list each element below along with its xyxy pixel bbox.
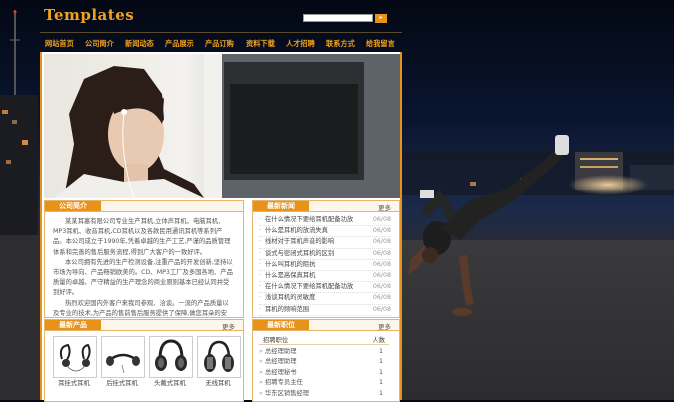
news-item-title[interactable]: 耳机的频响范围 bbox=[265, 305, 309, 315]
news-item-date: 06/08 bbox=[372, 238, 391, 246]
intro-paragraph: 某某耳塞有限公司专业生产耳机,立体声耳机、电脑耳机、MP3耳机、收音耳机,CD耳… bbox=[53, 218, 231, 256]
job-row[interactable]: 华东区销售经理 1 bbox=[259, 389, 389, 400]
news-more-link[interactable]: 更多 bbox=[378, 202, 391, 212]
job-row[interactable]: 总经理助理 1 bbox=[259, 357, 389, 368]
news-item-date: 06/08 bbox=[372, 216, 391, 223]
news-item-title[interactable]: 谈式与密闭式耳机的区别 bbox=[265, 249, 334, 259]
nav-about[interactable]: 公司简介 bbox=[85, 39, 114, 49]
job-count: 1 bbox=[378, 358, 383, 366]
product-label[interactable]: 头戴式耳机 bbox=[147, 378, 193, 387]
news-item-title[interactable]: 什么是高保真耳机 bbox=[265, 271, 315, 281]
product-label[interactable]: 无线耳机 bbox=[195, 378, 241, 387]
main-content: 公司简介 某某耳塞有限公司专业生产耳机,立体声耳机、电脑耳机、MP3耳机、收音耳… bbox=[40, 52, 402, 402]
news-item[interactable]: 什么叫耳机的阻抗 06/08 bbox=[259, 260, 391, 271]
search-input[interactable] bbox=[303, 14, 373, 22]
nav-home[interactable]: 网站首页 bbox=[45, 39, 74, 49]
news-item[interactable]: 谈式与密闭式耳机的区别 06/08 bbox=[259, 249, 391, 260]
intro-title: 公司简介 bbox=[45, 201, 101, 211]
banner-image bbox=[44, 54, 400, 198]
news-item-date: 06/08 bbox=[372, 283, 391, 291]
intro-panel: 公司简介 某某耳塞有限公司专业生产耳机,立体声耳机、电脑耳机、MP3耳机、收音耳… bbox=[44, 200, 244, 327]
job-title[interactable]: 总经理秘书 bbox=[265, 368, 296, 378]
news-item[interactable]: 什么是高保真耳机 06/08 bbox=[259, 271, 391, 283]
product-thumb[interactable] bbox=[197, 336, 241, 378]
news-item[interactable]: 在什么情况下要给耳机配备功放 06/08 bbox=[259, 215, 391, 227]
product-label[interactable]: 耳挂式耳机 bbox=[51, 378, 97, 387]
news-item-title[interactable]: 浅谈耳机的灵敏度 bbox=[265, 293, 315, 303]
job-row[interactable]: 总经理助理 1 bbox=[259, 347, 389, 358]
jobs-col-position: 招聘职位 bbox=[263, 337, 289, 344]
job-count: 1 bbox=[378, 368, 383, 376]
news-item[interactable]: 在什么情况下要给耳机配备功放 06/08 bbox=[259, 282, 391, 294]
news-item-date: 06/08 bbox=[372, 249, 391, 257]
job-title[interactable]: 总经理助理 bbox=[265, 347, 296, 357]
news-item[interactable]: 什么是耳机的放流失真 06/08 bbox=[259, 226, 391, 238]
ear-hook-headphones-icon bbox=[59, 343, 91, 372]
search-button[interactable]: ▸ bbox=[375, 14, 387, 23]
news-item[interactable]: 浅谈耳机的灵敏度 06/08 bbox=[259, 293, 391, 305]
product-thumb[interactable] bbox=[149, 336, 193, 378]
news-item-date: 06/08 bbox=[372, 260, 391, 268]
nav-guestbook[interactable]: 给我留言 bbox=[366, 39, 395, 49]
neckband-headphones-icon bbox=[106, 353, 140, 374]
job-row[interactable]: 总经理秘书 1 bbox=[259, 368, 389, 379]
breakdancer-figure bbox=[408, 135, 569, 316]
news-item-title[interactable]: 在什么情况下要给耳机配备功放 bbox=[265, 215, 353, 225]
nav-downloads[interactable]: 资料下载 bbox=[246, 39, 275, 49]
jobs-more-link[interactable]: 更多 bbox=[378, 321, 391, 331]
news-item-title[interactable]: 线材对于耳机声音的影响 bbox=[265, 237, 334, 247]
products-more-link[interactable]: 更多 bbox=[222, 321, 235, 331]
job-count: 1 bbox=[378, 348, 383, 355]
products-panel-header: 最新产品 更多 bbox=[45, 320, 243, 331]
nav-news[interactable]: 新闻动态 bbox=[125, 39, 154, 49]
product-thumb[interactable] bbox=[101, 336, 145, 378]
job-row[interactable]: 招聘专员主任 1 bbox=[259, 378, 389, 389]
nav-order[interactable]: 产品订购 bbox=[205, 39, 234, 49]
news-item-date: 06/08 bbox=[372, 227, 391, 235]
news-item[interactable]: 耳机的频响范围 06/08 bbox=[259, 305, 391, 316]
news-panel: 最新新闻 更多 在什么情况下要给耳机配备功放 06/08 什么是耳机的放流失真 06… bbox=[252, 200, 400, 318]
news-list: 在什么情况下要给耳机配备功放 06/08 什么是耳机的放流失真 06/08 线材对于… bbox=[259, 215, 391, 316]
wireless-headphones-icon bbox=[204, 340, 234, 372]
news-item-date: 06/08 bbox=[372, 271, 391, 279]
product-label[interactable]: 后挂式耳机 bbox=[99, 378, 145, 387]
intro-text: 某某耳塞有限公司专业生产耳机,立体声耳机、电脑耳机、MP3耳机、收音耳机,CD耳… bbox=[53, 217, 233, 329]
site-logo[interactable]: Templates bbox=[44, 6, 134, 24]
job-title[interactable]: 华东区销售经理 bbox=[265, 389, 309, 399]
jobs-table-header: 招聘职位 人数 bbox=[259, 334, 389, 345]
banner-illustration bbox=[54, 54, 400, 198]
news-panel-header: 最新新闻 更多 bbox=[253, 201, 399, 212]
jobs-title: 最新职位 bbox=[253, 320, 309, 330]
news-item[interactable]: 线材对于耳机声音的影响 06/08 bbox=[259, 237, 391, 249]
jobs-panel: 最新职位 更多 招聘职位 人数 总经理助理 1 总经理助理 1 总经理秘书 1 招聘专… bbox=[252, 319, 400, 402]
job-title[interactable]: 招聘专员主任 bbox=[265, 378, 303, 388]
news-item-title[interactable]: 什么叫耳机的阻抗 bbox=[265, 260, 315, 270]
intro-paragraph: 本公司拥有先进的生产检测设备,注重产品的开发创新,坚持以市场为导向、产品畅销欧美… bbox=[53, 258, 233, 297]
news-item-title[interactable]: 在什么情况下要给耳机配备功放 bbox=[265, 282, 353, 292]
nav-contact[interactable]: 联系方式 bbox=[326, 39, 355, 49]
jobs-list: 总经理助理 1 总经理助理 1 总经理秘书 1 招聘专员主任 1 华东区销售经理 1 bbox=[259, 347, 389, 399]
jobs-panel-header: 最新职位 更多 bbox=[253, 320, 399, 331]
job-count: 1 bbox=[378, 379, 383, 387]
job-title[interactable]: 总经理助理 bbox=[265, 357, 296, 367]
job-count: 1 bbox=[378, 389, 383, 397]
news-item-title[interactable]: 什么是耳机的放流失真 bbox=[265, 226, 328, 236]
products-panel: 最新产品 更多 耳挂式耳机 后挂式耳机 头戴式耳机 无线耳机 bbox=[44, 319, 244, 402]
products-title: 最新产品 bbox=[45, 320, 101, 330]
intro-panel-header: 公司简介 bbox=[45, 201, 243, 212]
product-thumb[interactable] bbox=[53, 336, 97, 378]
news-item-date: 06/08 bbox=[372, 294, 391, 302]
nav-jobs[interactable]: 人才招聘 bbox=[286, 39, 315, 49]
over-ear-headphones-icon bbox=[155, 339, 187, 371]
news-title: 最新新闻 bbox=[253, 201, 309, 211]
main-nav: 网站首页 公司简介 新闻动态 产品展示 产品订购 资料下载 人才招聘 联系方式 … bbox=[40, 32, 402, 54]
news-item-date: 06/08 bbox=[372, 305, 391, 313]
jobs-col-count: 人数 bbox=[372, 337, 385, 344]
nav-products[interactable]: 产品展示 bbox=[165, 39, 194, 49]
